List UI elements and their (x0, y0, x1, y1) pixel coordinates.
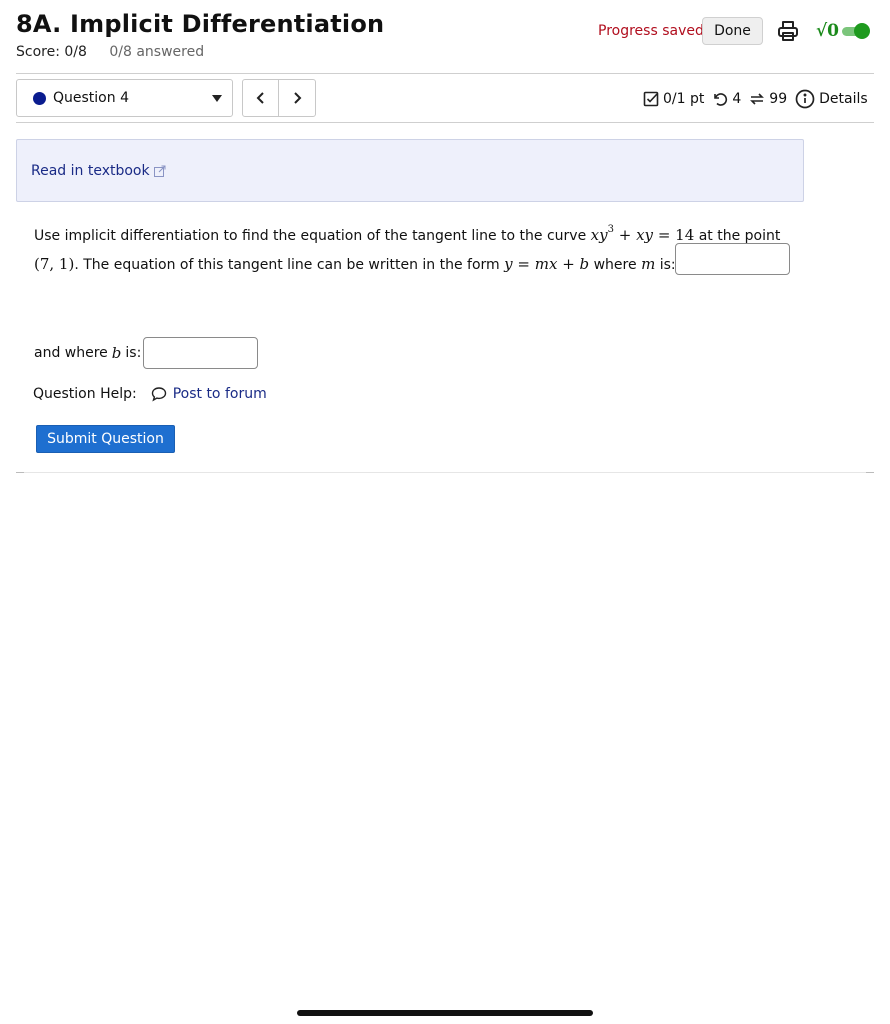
points-info: 0/1 pt (643, 91, 704, 107)
question-text-part: at the point (698, 228, 781, 244)
answered-count: 0/8 answered (109, 44, 205, 60)
versions-info: 99 (749, 91, 787, 107)
read-in-textbook-label: Read in textbook (31, 163, 150, 179)
intercept-b-input[interactable] (143, 337, 259, 369)
speech-bubble-icon (151, 387, 166, 402)
intercept-label-suffix: is: (125, 345, 142, 361)
question-meta: 0/1 pt 4 99 Details (643, 87, 868, 111)
chevron-right-icon (294, 92, 302, 104)
external-link-icon (153, 165, 166, 177)
progress-saved-status: Progress saved (598, 23, 704, 39)
caret-down-icon (212, 95, 222, 102)
toggle-switch[interactable] (842, 23, 872, 39)
intercept-label-prefix: and where (34, 345, 108, 361)
submit-question-button[interactable]: Submit Question (36, 425, 175, 453)
attempts-value: 4 (732, 91, 742, 107)
question-help: Question Help: Post to forum (33, 386, 267, 402)
home-indicator[interactable] (297, 1010, 593, 1016)
variable-b: b (111, 344, 122, 362)
post-to-forum-label: Post to forum (172, 386, 267, 402)
assignment-header: 8A. Implicit Differentiation Score: 0/8 … (16, 8, 874, 72)
details-label: Details (819, 91, 868, 107)
question-text-part: Use implicit differentiation to find the… (34, 228, 587, 244)
print-icon[interactable] (776, 19, 800, 43)
header-divider (16, 73, 874, 74)
toggle-knob (854, 23, 871, 39)
versions-value: 99 (769, 91, 788, 107)
math-entry-toggle[interactable]: √0 (816, 18, 874, 44)
rule-tick-right (866, 472, 874, 473)
content-bottom-rule (16, 472, 874, 473)
points-value: 0/1 pt (663, 91, 705, 107)
score-row: Score: 0/8 0/8 answered (16, 44, 204, 60)
textbook-panel: Read in textbook (16, 139, 804, 202)
question-nav (242, 79, 316, 117)
intercept-row: and where b is: (34, 337, 259, 369)
info-icon (795, 89, 815, 109)
slope-m-input[interactable] (675, 243, 790, 275)
question-text-part: where (593, 257, 637, 273)
post-to-forum-link[interactable]: Post to forum (151, 386, 267, 402)
rule-tick-left (16, 472, 24, 473)
point-coordinates: (7, 1) (34, 255, 75, 273)
retry-icon (714, 93, 728, 106)
question-text-part: is: (659, 257, 676, 273)
next-question-button[interactable] (279, 80, 315, 116)
question-selector-label: Question 4 (53, 90, 129, 106)
previous-question-button[interactable] (243, 80, 279, 116)
question-help-label: Question Help: (33, 386, 137, 402)
question-text-part: . The equation of this tangent line can … (74, 257, 500, 273)
versions-icon (750, 93, 765, 105)
tangent-form: y = mx + b (504, 255, 590, 273)
score-value: Score: 0/8 (16, 44, 87, 60)
sqrt-icon: √0 (816, 21, 840, 41)
checkbox-icon (643, 91, 659, 107)
attempts-info: 4 (712, 91, 741, 107)
read-in-textbook-link[interactable]: Read in textbook (31, 163, 166, 179)
variable-m: m (641, 255, 656, 273)
assignment-title: 8A. Implicit Differentiation (16, 10, 385, 38)
details-button[interactable]: Details (795, 89, 868, 109)
question-status-dot (33, 91, 46, 105)
chevron-left-icon (256, 92, 264, 104)
curve-equation: xy3 + xy = 14 (590, 224, 695, 244)
nav-divider (16, 122, 874, 123)
done-button[interactable]: Done (702, 17, 763, 45)
question-selector[interactable]: Question 4 (16, 79, 233, 117)
